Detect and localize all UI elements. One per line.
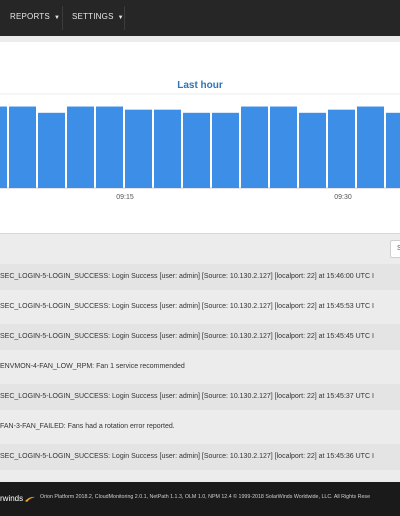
bar-chart: 09:15 09:30 (0, 93, 400, 201)
nav-reports-label: REPORTS (10, 12, 50, 21)
chart-bar[interactable] (183, 112, 210, 188)
x-tick-label: 09:15 (116, 194, 134, 201)
nav-settings-menu[interactable]: SETTINGS ▼ (72, 12, 124, 21)
log-row-text: FAN-3-FAN_FAILED: Fans had a rotation er… (0, 423, 175, 430)
search-input[interactable]: S (390, 240, 400, 258)
chart-bar[interactable] (241, 106, 268, 188)
solarwinds-logo: rwinds (0, 494, 36, 503)
chart-bar[interactable] (386, 112, 400, 188)
nav-divider (62, 6, 63, 30)
footer-copyright: Orion Platform 2018.2, CloudMonitoring 2… (40, 494, 371, 500)
chart-bar[interactable] (0, 106, 7, 188)
log-row[interactable]: SEC_LOGIN-5-LOGIN_SUCCESS: Login Success… (0, 324, 400, 350)
log-row-text: SEC_LOGIN-5-LOGIN_SUCCESS: Login Success… (0, 333, 374, 340)
chevron-down-icon: ▼ (117, 15, 124, 21)
log-row-text: SEC_LOGIN-5-LOGIN_SUCCESS: Login Success… (0, 453, 374, 460)
chart-bar[interactable] (357, 106, 384, 188)
log-row-text: SEC_LOGIN-5-LOGIN_SUCCESS: Login Success… (0, 273, 374, 280)
footer: rwinds Orion Platform 2018.2, CloudMonit… (0, 482, 400, 516)
log-row-text: ENVMON-4-FAN_LOW_RPM: Fan 1 service reco… (0, 363, 185, 370)
nav-divider (124, 6, 125, 30)
x-tick-label: 09:30 (334, 194, 352, 201)
log-row[interactable]: SEC_LOGIN-5-LOGIN_SUCCESS: Login Success… (0, 444, 400, 470)
nav-reports-menu[interactable]: REPORTS ▼ (10, 12, 60, 21)
top-navigation-bar: REPORTS ▼ SETTINGS ▼ (0, 0, 400, 36)
log-row-text: SEC_LOGIN-5-LOGIN_SUCCESS: Login Success… (0, 393, 374, 400)
chart-bar[interactable] (270, 106, 297, 188)
chevron-down-icon: ▼ (53, 15, 61, 21)
log-row[interactable]: SEC_LOGIN-5-LOGIN_SUCCESS: Login Success… (0, 294, 400, 320)
chart-bar[interactable] (67, 106, 94, 188)
logo-text: rwinds (0, 494, 24, 503)
log-row[interactable]: FAN-3-FAN_FAILED: Fans had a rotation er… (0, 414, 400, 440)
log-row[interactable]: ENVMON-4-FAN_LOW_RPM: Fan 1 service reco… (0, 354, 400, 380)
chart-bar[interactable] (212, 112, 239, 188)
chart-bar[interactable] (154, 109, 181, 188)
logo-swoosh-icon (25, 496, 36, 502)
log-list: S SEC_LOGIN-5-LOGIN_SUCCESS: Login Succe… (0, 234, 400, 482)
chart-bar[interactable] (299, 112, 326, 188)
log-row[interactable]: SEC_LOGIN-5-LOGIN_SUCCESS: Login Success… (0, 384, 400, 410)
main-content: 09:15 09:30 Last hour S SEC_LOGIN-5-LOGIN… (0, 36, 400, 482)
chart-bar[interactable] (38, 112, 65, 188)
log-row-text: SEC_LOGIN-5-LOGIN_SUCCESS: Login Success… (0, 303, 374, 310)
chart-card: 09:15 09:30 Last hour (0, 42, 400, 234)
nav-settings-label: SETTINGS (72, 12, 114, 21)
chart-title: Last hour (177, 80, 223, 91)
chart-bar[interactable] (9, 106, 36, 188)
log-row[interactable]: SEC_LOGIN-5-LOGIN_SUCCESS: Login Success… (0, 264, 400, 290)
chart-bar[interactable] (328, 109, 355, 188)
chart-bar[interactable] (96, 106, 123, 188)
chart-bar[interactable] (125, 109, 152, 188)
